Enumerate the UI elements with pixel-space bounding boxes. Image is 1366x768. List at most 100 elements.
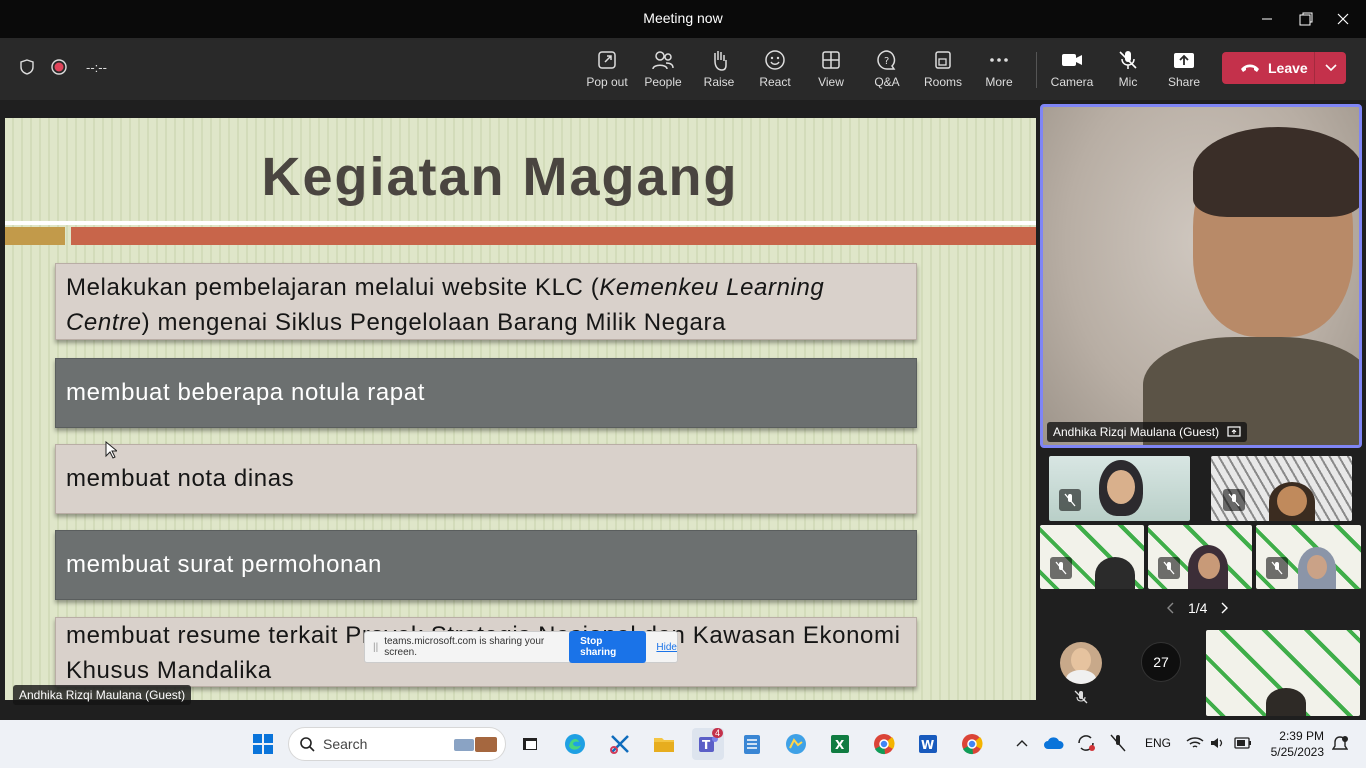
mic-button[interactable]: Mic — [1100, 48, 1156, 94]
view-button[interactable]: View — [803, 48, 859, 94]
restore-icon — [1299, 12, 1313, 26]
qa-label: Q&A — [874, 75, 900, 89]
slide-accent-gold — [5, 227, 65, 245]
stop-sharing-button[interactable]: Stop sharing — [569, 631, 647, 663]
taskbar-word[interactable]: W — [912, 728, 944, 760]
participant-avatar[interactable] — [1060, 642, 1102, 684]
taskbar-snipping-tool[interactable] — [604, 728, 636, 760]
rooms-label: Rooms — [923, 75, 962, 89]
taskbar-notepad[interactable] — [736, 728, 768, 760]
slide-divider — [5, 221, 1036, 225]
meeting-timer: --:-- — [86, 59, 107, 75]
question-bubble-icon: ? — [877, 50, 896, 70]
participant-tile-1[interactable] — [1049, 456, 1190, 521]
share-icon — [1174, 53, 1194, 68]
rooms-button[interactable]: Rooms — [915, 48, 971, 94]
participant-tile-2[interactable] — [1211, 456, 1352, 521]
notifications-icon[interactable] — [1332, 735, 1348, 753]
wifi-icon[interactable] — [1186, 736, 1204, 750]
screen-share-notification: || teams.microsoft.com is sharing your s… — [364, 631, 678, 663]
gallery-pager: 1/4 — [1166, 600, 1229, 616]
slide-item-3-text: membuat nota dinas — [66, 465, 295, 492]
react-label: React — [759, 75, 791, 89]
raise-hand-button[interactable]: Raise — [691, 48, 747, 94]
mouse-cursor-icon — [105, 441, 117, 459]
meeting-toolbar: --:-- Pop out People Raise React View ? … — [0, 38, 1366, 100]
more-button[interactable]: More — [971, 48, 1027, 94]
mic-muted-tray-icon[interactable] — [1110, 734, 1126, 752]
chevron-right-icon[interactable] — [1219, 602, 1229, 614]
share-button[interactable]: Share — [1156, 48, 1212, 94]
taskbar-excel[interactable]: X — [824, 728, 856, 760]
more-label: More — [985, 75, 1013, 89]
overflow-participant-count[interactable]: 27 — [1141, 642, 1181, 682]
taskbar-maps[interactable] — [780, 728, 812, 760]
language-indicator[interactable]: ENG — [1145, 736, 1171, 750]
svg-text:X: X — [835, 738, 845, 752]
mic-off-icon — [1158, 557, 1180, 579]
participant-tile-6[interactable] — [1206, 630, 1360, 716]
slide-item-2-text: membuat beberapa notula rapat — [66, 379, 425, 406]
sync-icon[interactable] — [1076, 734, 1096, 752]
task-view-button[interactable] — [514, 728, 546, 760]
participant-tile-4[interactable] — [1148, 525, 1252, 589]
active-speaker-name: Andhika Rizqi Maulana (Guest) — [1047, 422, 1248, 442]
phone-hangup-icon — [1241, 64, 1259, 72]
leave-button[interactable]: Leave — [1222, 52, 1346, 84]
camera-button[interactable]: Camera — [1044, 48, 1100, 94]
react-button[interactable]: React — [747, 48, 803, 94]
popout-button[interactable]: Pop out — [579, 48, 635, 94]
chevron-down-icon — [1324, 64, 1337, 72]
taskbar-chrome-1[interactable] — [868, 728, 900, 760]
mic-off-icon — [1050, 557, 1072, 579]
participant-panel: Andhika Rizqi Maulana (Guest) 1/4 27 — [1036, 100, 1366, 720]
mic-off-icon — [1059, 489, 1081, 511]
volume-icon[interactable] — [1209, 735, 1225, 751]
people-button[interactable]: People — [635, 48, 691, 94]
participant-tile-5[interactable] — [1256, 525, 1361, 589]
slide-item-4: membuat surat permohonan — [55, 530, 917, 600]
presentation-slide: Kegiatan Magang Melakukan pembelajaran m… — [5, 118, 1036, 700]
shared-screen-stage: Kegiatan Magang Melakukan pembelajaran m… — [0, 100, 1036, 720]
task-view-icon — [523, 738, 537, 750]
more-icon — [990, 58, 1008, 62]
maps-icon — [786, 734, 806, 754]
drag-handle-icon[interactable]: || — [373, 642, 378, 653]
raise-label: Raise — [703, 75, 735, 89]
active-speaker-video[interactable]: Andhika Rizqi Maulana (Guest) — [1040, 104, 1362, 448]
onedrive-icon[interactable] — [1044, 735, 1064, 751]
svg-text:W: W — [921, 738, 934, 752]
start-button[interactable] — [247, 728, 279, 760]
shield-icon[interactable] — [18, 58, 36, 76]
taskbar-chrome-2[interactable] — [956, 728, 988, 760]
slide-item-1: Melakukan pembelajaran melalui website K… — [55, 263, 917, 340]
people-icon — [652, 51, 674, 70]
taskbar-file-explorer[interactable] — [648, 728, 680, 760]
close-button[interactable] — [1320, 0, 1366, 38]
chevron-up-icon[interactable] — [1016, 738, 1028, 748]
taskbar-teams[interactable]: T 4 — [692, 728, 724, 760]
svg-text:T: T — [702, 738, 711, 752]
search-highlight-icon — [454, 737, 497, 752]
battery-icon[interactable] — [1234, 737, 1252, 749]
snipping-tool-icon — [610, 735, 629, 754]
taskbar-edge[interactable] — [559, 728, 591, 760]
chevron-left-icon[interactable] — [1166, 602, 1176, 614]
presenter-caption: Andhika Rizqi Maulana (Guest) — [13, 685, 192, 705]
camera-icon — [1062, 54, 1082, 66]
edge-icon — [565, 734, 585, 754]
system-clock[interactable]: 2:39 PM 5/25/2023 — [1262, 728, 1324, 760]
mic-off-icon — [1223, 489, 1245, 511]
popout-icon — [598, 51, 616, 69]
taskbar-search-box[interactable]: Search — [288, 727, 506, 761]
chrome-icon — [874, 734, 895, 755]
slide-item-2: membuat beberapa notula rapat — [55, 358, 917, 428]
hide-link[interactable]: Hide — [656, 642, 677, 653]
recording-icon[interactable] — [50, 58, 68, 76]
participant-tile-3[interactable] — [1040, 525, 1144, 589]
slide-item-3: membuat nota dinas — [55, 444, 917, 514]
toolbar-divider — [1036, 52, 1037, 88]
teams-notification-badge: 4 — [712, 728, 724, 738]
qa-button[interactable]: ? Q&A — [859, 48, 915, 94]
leave-options-button[interactable] — [1315, 63, 1346, 73]
